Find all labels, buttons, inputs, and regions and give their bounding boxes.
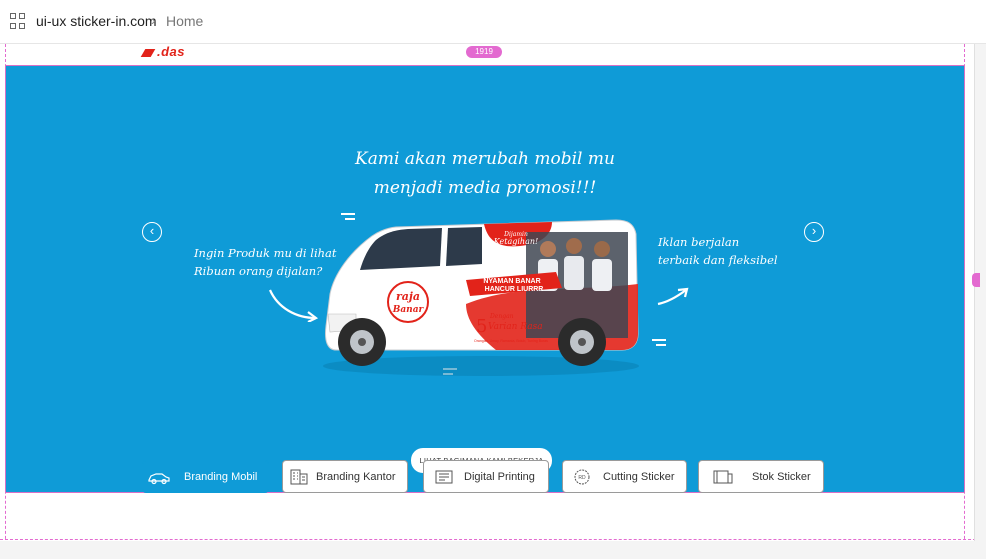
van-slogan-line1: NYAMAN BANAR <box>483 278 540 285</box>
van-badge-line2: Ketagihan! <box>493 237 538 246</box>
apps-grid-icon[interactable] <box>10 13 26 29</box>
logo-text: .das <box>157 44 186 59</box>
van-variant-text2: Varian Rasa <box>488 322 543 332</box>
stock-box-icon <box>713 470 733 484</box>
tab-branding-kantor[interactable]: Branding Kantor <box>282 460 408 493</box>
tab-branding-mobil[interactable]: Branding Mobil <box>142 460 269 493</box>
site-domain[interactable]: ui-ux sticker-in.com <box>36 13 157 29</box>
hero-title-line1: Kami akan merubah mobil mu <box>355 149 615 169</box>
tab-label: Stok Sticker <box>752 471 811 483</box>
tab-stok-sticker[interactable]: Stok Sticker <box>698 460 824 493</box>
breadcrumb-separator: › <box>151 12 156 28</box>
tab-cutting-sticker[interactable]: RD Cutting Sticker <box>562 460 687 493</box>
office-building-icon <box>290 469 308 485</box>
site-logo[interactable]: .das <box>140 44 186 59</box>
hero-right-caption: Iklan berjalan terbaik dan fleksibel <box>658 233 778 269</box>
van-slogan-line2: HANCUR LIURRR <box>485 286 544 293</box>
browser-topbar: ui-ux sticker-in.com › Home <box>0 0 986 44</box>
van-variant-number: 5 <box>476 316 487 337</box>
car-icon <box>148 473 170 485</box>
decor-dash <box>656 344 666 346</box>
logo-mark-icon <box>140 48 156 57</box>
tab-label: Cutting Sticker <box>603 471 675 483</box>
sticker-badge-icon: RD <box>574 469 590 485</box>
printer-icon <box>435 470 453 484</box>
van-variant-small: Orangan, Umay, Ramania, Bolub, Tuning Bu… <box>474 339 548 343</box>
guide-line-bottom <box>0 539 986 540</box>
canvas-bottom-strip <box>0 541 986 559</box>
hero-banner: Kami akan merubah mobil mu menjadi media… <box>5 65 965 493</box>
service-tabs: Branding Mobil Branding Kantor Digital P… <box>0 460 986 495</box>
right-caption-line1: Iklan berjalan <box>658 235 740 249</box>
right-caption-line2: terbaik dan fleksibel <box>658 253 778 267</box>
chevron-right-icon: › <box>811 223 817 238</box>
hero-title-line2: menjadi media promosi!!! <box>373 178 597 198</box>
breadcrumb-home[interactable]: Home <box>166 13 203 29</box>
van-illustration: raja Banar Dijamin Ketagihan! NYAMAN BAN… <box>323 219 639 376</box>
chevron-left-icon: ‹ <box>149 223 155 238</box>
curved-arrow-right-icon <box>657 287 689 306</box>
tab-digital-printing[interactable]: Digital Printing <box>423 460 549 493</box>
frame-badge: 1919 <box>466 46 502 58</box>
van-brand-line2: Banar <box>392 305 425 315</box>
van-brand-line1: raja <box>396 290 420 303</box>
tab-label: Branding Mobil <box>184 471 258 483</box>
decor-dash <box>652 339 666 341</box>
curved-arrow-left-icon <box>268 289 319 322</box>
svg-text:RD: RD <box>578 475 586 481</box>
tab-label: Branding Kantor <box>316 471 396 483</box>
tab-label: Digital Printing <box>464 471 535 483</box>
van-variant-text1: Dengan <box>489 313 514 320</box>
panel-handle[interactable] <box>972 273 980 287</box>
carousel-prev-button[interactable]: ‹ <box>142 222 162 242</box>
carousel-next-button[interactable]: › <box>804 222 824 242</box>
